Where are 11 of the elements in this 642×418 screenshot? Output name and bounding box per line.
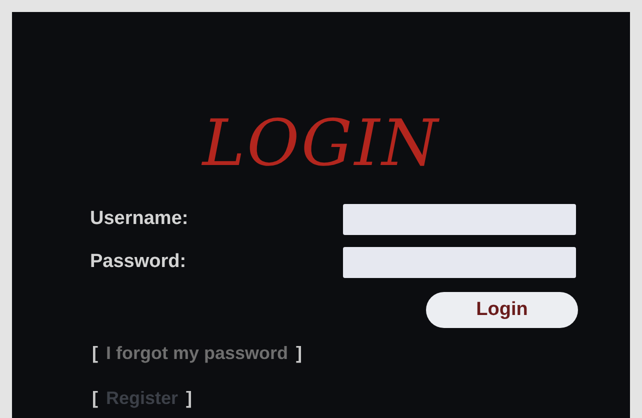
field-label: Password: — [90, 250, 186, 274]
bracket: ] — [296, 342, 302, 365]
bracket: [ — [92, 342, 98, 365]
input-field[interactable] — [343, 247, 576, 278]
bracket: ] — [186, 387, 192, 410]
input-field[interactable] — [343, 204, 576, 235]
field-label: Username: — [90, 207, 188, 232]
login-title: LOGIN — [202, 112, 440, 176]
login-button[interactable]: Login — [426, 292, 578, 328]
bracket: [ — [92, 387, 98, 410]
link[interactable]: I forgot my password — [106, 340, 288, 367]
